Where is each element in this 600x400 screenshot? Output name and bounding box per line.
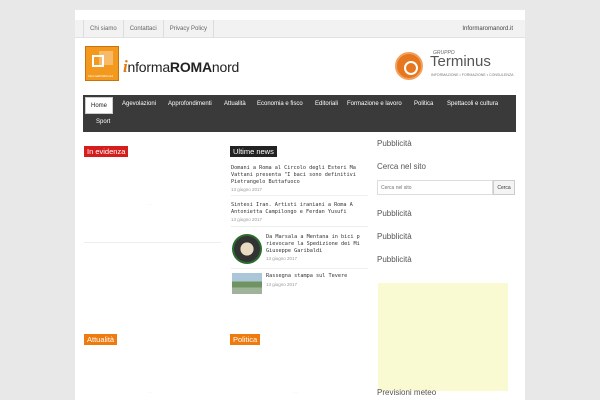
- news-4-date: 13 giugno 2017: [266, 282, 298, 287]
- news-1-date: 13 giugno 2017: [231, 187, 263, 192]
- top-links: Chi siamo Contattaci Privacy Policy: [83, 20, 215, 38]
- search-input[interactable]: [377, 180, 493, 195]
- news-3-line3[interactable]: Giuseppe Garibaldi: [266, 248, 368, 255]
- news-2-line1[interactable]: Sintesi Iran. Artisti iraniani a Roma A: [231, 202, 368, 209]
- news-divider: [231, 268, 368, 269]
- nav-home[interactable]: Home: [85, 97, 114, 114]
- sidebar-meteo-title: Previsioni meteo: [377, 388, 437, 397]
- top-link-privacy[interactable]: Privacy Policy: [164, 20, 215, 38]
- attualita-placeholder: ·····: [147, 390, 152, 394]
- logo-informa: nforma: [127, 59, 171, 75]
- nav-spettacoli[interactable]: Spettacoli e cultura: [442, 96, 503, 113]
- top-link-chi-siamo[interactable]: Chi siamo: [83, 20, 124, 38]
- site-domain[interactable]: Informaromanord.it: [462, 20, 513, 38]
- sidebar-pubblicita-2: Pubblicità: [377, 209, 412, 218]
- news-1-line2[interactable]: Vattani presenta "I baci sono definitivi: [231, 172, 368, 179]
- news-3-line1[interactable]: Da Marsala a Mentana in bici p: [266, 234, 368, 241]
- logo-nord: nord: [211, 59, 240, 75]
- evidenza-placeholder: ·····: [147, 202, 152, 206]
- banner-tagline: INFORMAZIONE • FORMAZIONE • CONSULENZA: [431, 73, 514, 77]
- site-logo-text[interactable]: informaROMAnord: [123, 57, 239, 77]
- section-ultime-news[interactable]: Ultime news: [230, 146, 277, 157]
- header-banner[interactable]: GRUPPO Terminus INFORMAZIONE • FORMAZION…: [395, 50, 514, 86]
- sidebar-pubblicita-1: Pubblicità: [377, 139, 412, 148]
- terminus-logo-icon: [395, 52, 423, 80]
- politica-placeholder: ·····: [293, 390, 298, 394]
- sidebar-ad-box[interactable]: [378, 283, 508, 391]
- news-4-line1[interactable]: Rassegna stampa sul Tevere: [266, 273, 368, 280]
- news-divider: [231, 195, 368, 196]
- logo-icon[interactable]: InformaROMAnord: [85, 46, 119, 81]
- sidebar-pubblicita-4: Pubblicità: [377, 255, 412, 264]
- logo-square-front: [92, 55, 104, 67]
- nav-economia[interactable]: Economia e fisco: [252, 96, 308, 113]
- sidebar-cerca-title: Cerca nel sito: [377, 162, 426, 171]
- top-bar: Chi siamo Contattaci Privacy Policy Info…: [75, 20, 525, 38]
- banner-name: Terminus: [430, 53, 491, 70]
- news-divider: [231, 226, 368, 227]
- news-4-thumbnail[interactable]: [232, 273, 262, 294]
- news-2-date: 13 giugno 2017: [231, 217, 263, 222]
- evidenza-divider: [84, 242, 221, 243]
- main-nav: Home Agevolazioni Approfondimenti Attual…: [83, 95, 516, 132]
- nav-attualita[interactable]: Attualità: [219, 96, 251, 113]
- section-politica[interactable]: Politica: [230, 334, 261, 345]
- nav-agevolazioni[interactable]: Agevolazioni: [117, 96, 161, 113]
- news-3-thumbnail[interactable]: [232, 234, 262, 264]
- news-1-line1[interactable]: Domani a Roma al Circolo degli Esteri Ma: [231, 165, 368, 172]
- news-1-line3[interactable]: Pietrangelo Buttafuoco: [231, 179, 368, 186]
- section-in-evidenza[interactable]: In evidenza: [84, 146, 129, 157]
- nav-sport[interactable]: Sport: [91, 114, 115, 131]
- nav-formazione[interactable]: Formazione e lavoro: [342, 96, 407, 113]
- news-2-line2[interactable]: Antonietta Campilongo e Ferdan Yusufi: [231, 209, 368, 216]
- top-link-contattaci[interactable]: Contattaci: [124, 20, 164, 38]
- nav-politica[interactable]: Politica: [409, 96, 438, 113]
- page: Chi siamo Contattaci Privacy Policy Info…: [75, 10, 525, 400]
- nav-editoriali[interactable]: Editoriali: [310, 96, 343, 113]
- section-attualita[interactable]: Attualità: [84, 334, 118, 345]
- sidebar-pubblicita-3: Pubblicità: [377, 232, 412, 241]
- search-button[interactable]: Cerca: [493, 180, 515, 195]
- news-3-line2[interactable]: rievocare la Spedizione dei Mi: [266, 241, 368, 248]
- news-3-date: 13 giugno 2017: [266, 256, 298, 261]
- logo-caption: InformaROMAnord: [88, 74, 114, 78]
- nav-approfondimenti[interactable]: Approfondimenti: [163, 96, 217, 113]
- logo-roma: ROMA: [169, 59, 212, 75]
